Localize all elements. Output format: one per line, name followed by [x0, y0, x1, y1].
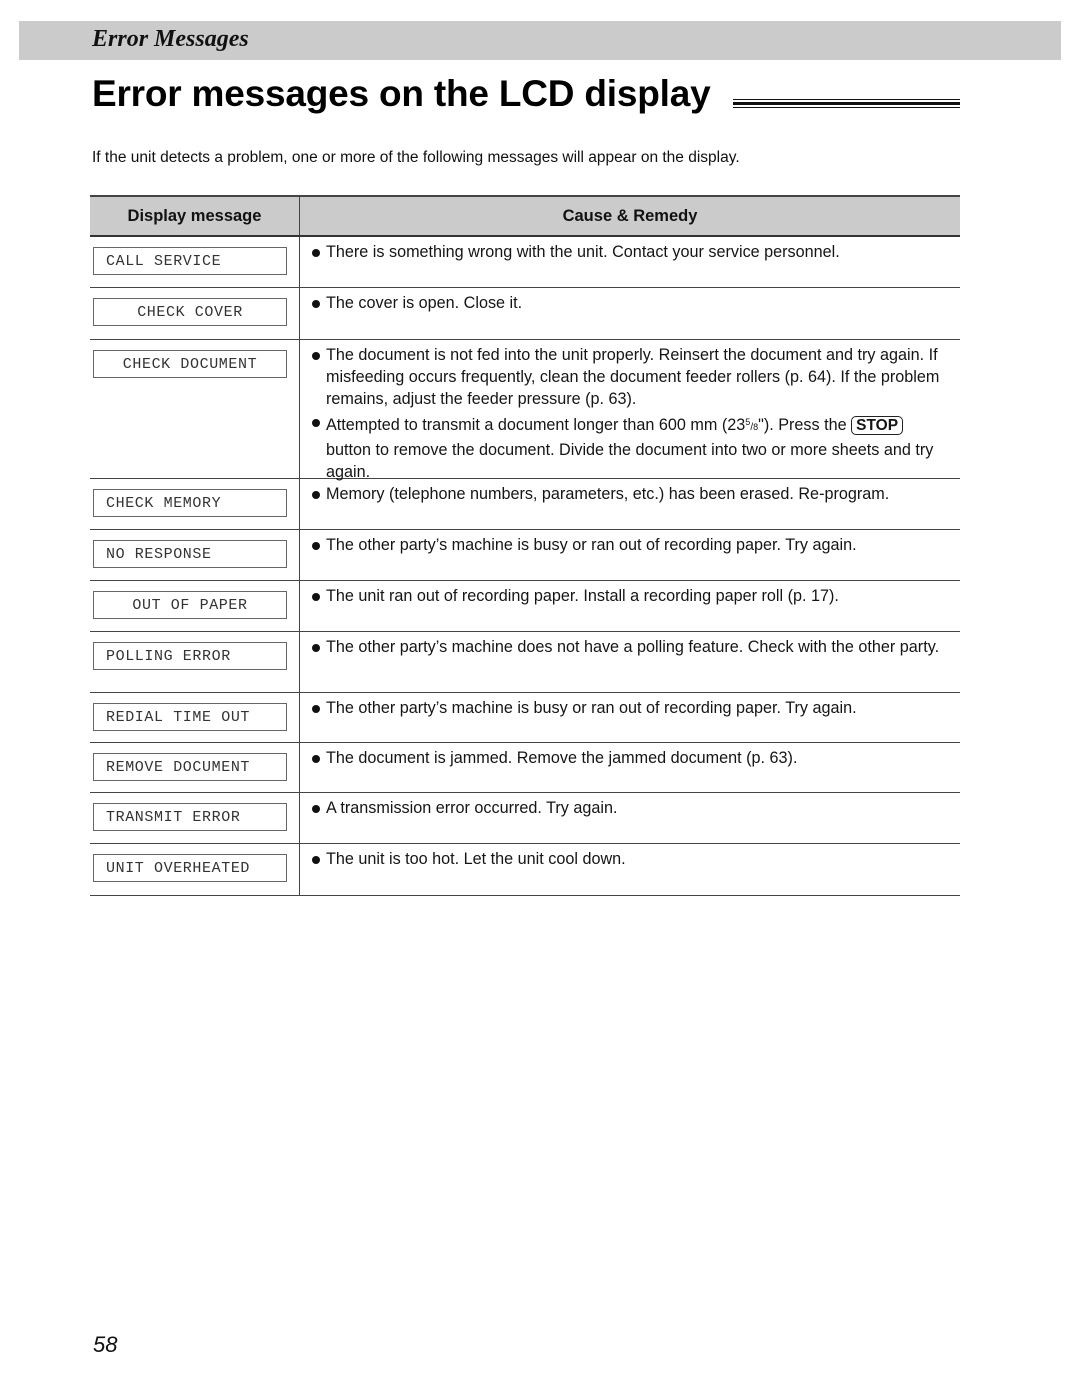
cause-remedy-cell: The other party’s machine is busy or ran…	[300, 530, 960, 580]
error-messages-table: Display message Cause & Remedy CALL SERV…	[90, 195, 960, 896]
remedy-text: Memory (telephone numbers, parameters, e…	[326, 485, 890, 503]
lcd-message: UNIT OVERHEATED	[93, 854, 287, 882]
header-cause-remedy: Cause & Remedy	[562, 206, 698, 225]
cause-remedy-cell: The other party’s machine does not have …	[300, 632, 960, 692]
table-header: Display message Cause & Remedy	[90, 195, 960, 237]
remedy-bullet: The document is not fed into the unit pr…	[311, 344, 952, 411]
page-title: Error messages on the LCD display	[92, 73, 711, 114]
lcd-message: CHECK COVER	[93, 298, 287, 326]
display-message-cell: CALL SERVICE	[90, 237, 300, 287]
remedy-bullet: The other party’s machine is busy or ran…	[311, 697, 952, 719]
table-row: CHECK DOCUMENT The document is not fed in…	[90, 340, 960, 481]
cause-remedy-cell: Memory (telephone numbers, parameters, e…	[300, 479, 960, 529]
lcd-message: CHECK MEMORY	[93, 489, 287, 517]
remedy-bullet: A transmission error occurred. Try again…	[311, 797, 952, 819]
lcd-message: NO RESPONSE	[93, 540, 287, 568]
stop-key-icon: STOP	[851, 415, 904, 435]
remedy-bullet: The document is jammed. Remove the jamme…	[311, 747, 952, 769]
header-display-message: Display message	[90, 197, 300, 235]
remedy-text: The other party’s machine is busy or ran…	[326, 699, 857, 717]
remedy-text: A transmission error occurred. Try again…	[326, 799, 618, 817]
section-header-bar: Error Messages	[19, 21, 1061, 60]
remedy-bullet: There is something wrong with the unit. …	[311, 241, 952, 263]
remedy-bullet: The other party’s machine does not have …	[311, 636, 952, 658]
lcd-message: OUT OF PAPER	[93, 591, 287, 619]
table-row: TRANSMIT ERROR A transmission error occur…	[90, 793, 960, 844]
display-message-cell: CHECK COVER	[90, 288, 300, 339]
lcd-message: REDIAL TIME OUT	[93, 703, 287, 731]
cause-remedy-cell: The unit is too hot. Let the unit cool d…	[300, 844, 960, 895]
remedy-text: The document is not fed into the unit pr…	[326, 346, 940, 409]
remedy-bullet: Memory (telephone numbers, parameters, e…	[311, 483, 952, 505]
remedy-text: The document is jammed. Remove the jamme…	[326, 749, 798, 767]
page-number: 58	[93, 1332, 118, 1357]
remedy-bullet: The cover is open. Close it.	[311, 292, 952, 314]
lcd-message: TRANSMIT ERROR	[93, 803, 287, 831]
cause-remedy-cell: The other party’s machine is busy or ran…	[300, 693, 960, 742]
remedy-text: Attempted to transmit a document longer …	[326, 415, 746, 434]
table-row: CALL SERVICE There is something wrong wit…	[90, 237, 960, 288]
intro-text: If the unit detects a problem, one or mo…	[92, 149, 740, 166]
table-row: NO RESPONSE The other party’s machine is …	[90, 530, 960, 581]
remedy-text: The unit ran out of recording paper. Ins…	[326, 587, 839, 605]
title-decorative-rule	[733, 99, 960, 109]
lcd-message: CALL SERVICE	[93, 247, 287, 275]
display-message-cell: OUT OF PAPER	[90, 581, 300, 631]
remedy-text: There is something wrong with the unit. …	[326, 243, 840, 261]
remedy-text: The unit is too hot. Let the unit cool d…	[326, 850, 626, 868]
remedy-text: The other party’s machine does not have …	[326, 638, 940, 656]
lcd-message: CHECK DOCUMENT	[93, 350, 287, 378]
table-row: CHECK MEMORY Memory (telephone numbers, p…	[90, 479, 960, 530]
display-message-cell: UNIT OVERHEATED	[90, 844, 300, 895]
remedy-bullet: Attempted to transmit a document longer …	[311, 411, 952, 484]
cause-remedy-cell: The cover is open. Close it.	[300, 288, 960, 339]
display-message-cell: NO RESPONSE	[90, 530, 300, 580]
remedy-text: The cover is open. Close it.	[326, 294, 523, 312]
cause-remedy-cell: There is something wrong with the unit. …	[300, 237, 960, 287]
remedy-text: button to remove the document. Divide th…	[326, 440, 934, 482]
display-message-cell: CHECK DOCUMENT	[90, 340, 300, 478]
cause-remedy-cell: The document is jammed. Remove the jamme…	[300, 743, 960, 792]
lcd-message: POLLING ERROR	[93, 642, 287, 670]
display-message-cell: CHECK MEMORY	[90, 479, 300, 529]
remedy-bullet: The unit is too hot. Let the unit cool d…	[311, 848, 952, 870]
table-row: REMOVE DOCUMENT The document is jammed. R…	[90, 743, 960, 793]
display-message-cell: REDIAL TIME OUT	[90, 693, 300, 742]
display-message-cell: TRANSMIT ERROR	[90, 793, 300, 843]
display-message-cell: REMOVE DOCUMENT	[90, 743, 300, 792]
cause-remedy-cell: The unit ran out of recording paper. Ins…	[300, 581, 960, 631]
table-row: CHECK COVER The cover is open. Close it.	[90, 288, 960, 340]
table-row: POLLING ERROR The other party’s machine d…	[90, 632, 960, 693]
cause-remedy-cell: A transmission error occurred. Try again…	[300, 793, 960, 843]
table-body: CALL SERVICE There is something wrong wit…	[90, 237, 960, 896]
table-row: REDIAL TIME OUT The other party’s machine…	[90, 693, 960, 743]
table-row: UNIT OVERHEATED The unit is too hot. Let …	[90, 844, 960, 896]
lcd-message: REMOVE DOCUMENT	[93, 753, 287, 781]
section-title: Error Messages	[92, 26, 249, 52]
remedy-text: "). Press the	[758, 415, 852, 434]
table-row: OUT OF PAPER The unit ran out of recordin…	[90, 581, 960, 632]
display-message-cell: POLLING ERROR	[90, 632, 300, 692]
cause-remedy-cell: The document is not fed into the unit pr…	[300, 340, 960, 481]
remedy-bullet: The other party’s machine is busy or ran…	[311, 534, 952, 556]
remedy-bullet: The unit ran out of recording paper. Ins…	[311, 585, 952, 607]
remedy-text: The other party’s machine is busy or ran…	[326, 536, 857, 554]
